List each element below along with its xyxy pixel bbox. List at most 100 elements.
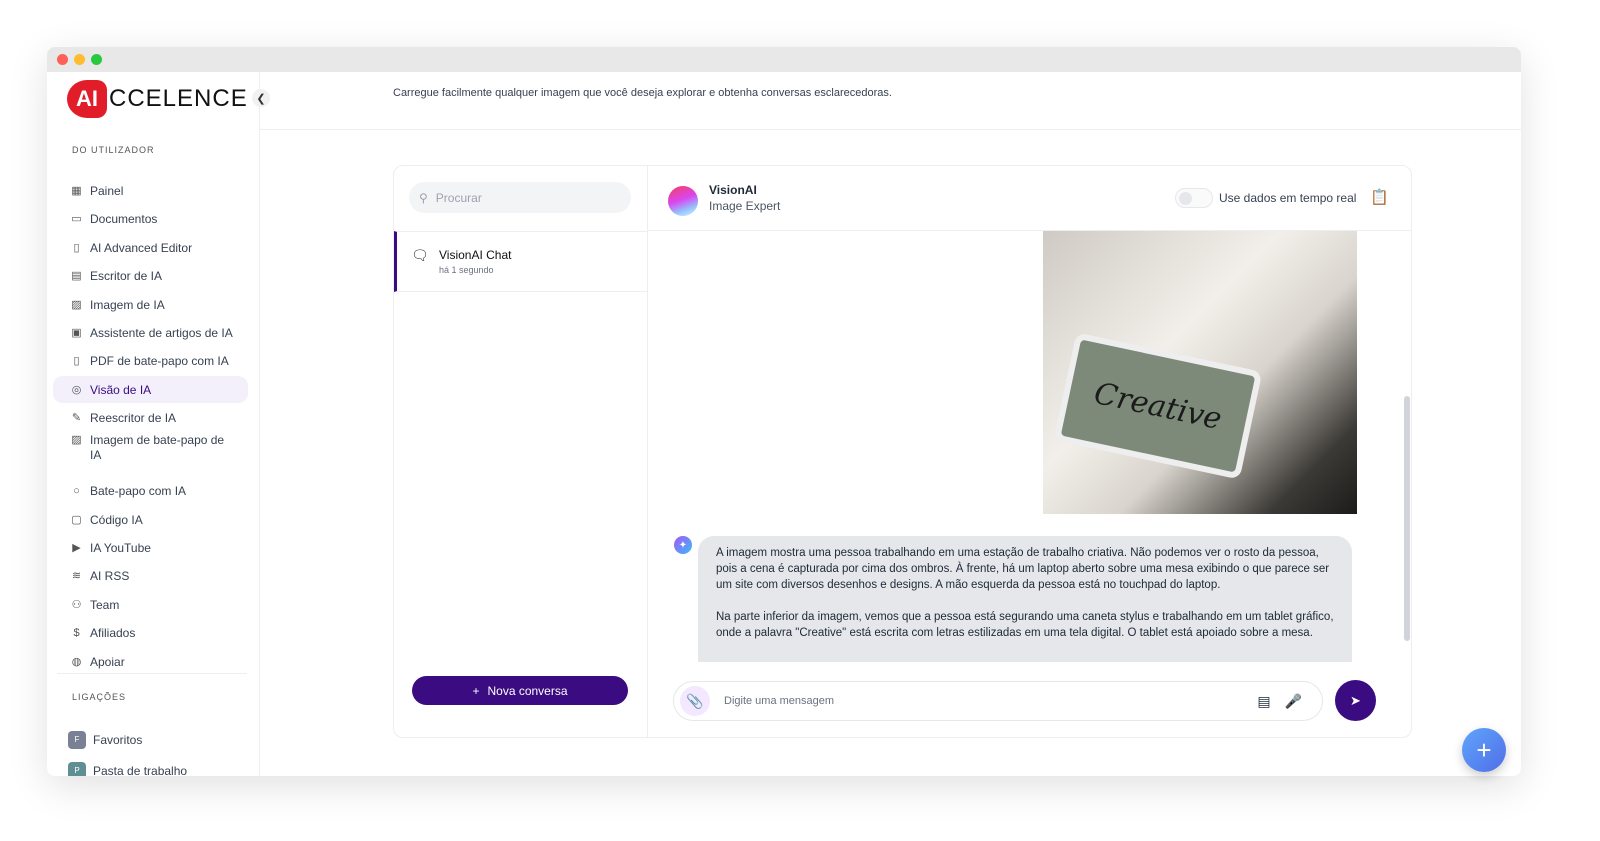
sidebar-item-label: IA YouTube <box>90 540 151 555</box>
send-button[interactable]: ➤ <box>1335 680 1376 721</box>
sidebar-item-label: Assistente de artigos de IA <box>90 325 233 340</box>
sidebar-item-label: Afiliados <box>90 625 136 640</box>
lifebuoy-icon: ◍ <box>71 656 82 668</box>
section-label-links: LIGAÇÕES <box>72 692 127 702</box>
header-divider <box>260 129 1521 130</box>
search-input[interactable]: ⚲ Procurar <box>409 182 631 213</box>
chat-header: VisionAI Image Expert Use dados em tempo… <box>648 166 1411 231</box>
maximize-window-button[interactable] <box>91 54 102 65</box>
logo[interactable]: AI CCELENCE <box>67 80 248 118</box>
tablet-creative-text: Creative <box>1053 332 1263 480</box>
article-icon: ▣ <box>71 327 82 339</box>
user-plus-icon: ⚇ <box>71 599 82 611</box>
bot-name: VisionAI <box>709 183 757 197</box>
bot-avatar <box>668 186 698 216</box>
sidebar-item-label: Visão de IA <box>90 382 152 397</box>
chevron-left-icon: ❮ <box>256 92 266 105</box>
bot-role: Image Expert <box>709 199 781 213</box>
terminal-icon: ▢ <box>71 514 82 526</box>
plus-icon: + <box>472 683 480 698</box>
sidebar-item-label: PDF de bate-papo com IA <box>90 353 229 368</box>
new-conversation-label: Nova conversa <box>487 683 568 698</box>
eye-scan-icon: ◎ <box>71 384 82 396</box>
logo-text: CCELENCE <box>109 85 248 112</box>
image-icon: ▨ <box>71 299 82 311</box>
sidebar-item-escritor-de-ia[interactable]: ▤ Escritor de IA <box>53 262 248 289</box>
close-window-button[interactable] <box>57 54 68 65</box>
title-bar <box>47 47 1521 72</box>
sidebar: AI CCELENCE ❮ DO UTILIZADOR ▦ Painel ▭ Docu… <box>47 72 270 776</box>
divider <box>57 673 247 674</box>
app-window: AI CCELENCE ❮ DO UTILIZADOR ▦ Painel ▭ Docu… <box>47 47 1521 776</box>
sidebar-item-label: Imagem de IA <box>90 297 165 312</box>
chat-scrollbar[interactable] <box>1404 396 1410 641</box>
uploaded-image: Creative <box>1043 231 1357 514</box>
realtime-data-label: Use dados em tempo real <box>1219 191 1357 205</box>
link-badge: F <box>68 730 86 749</box>
paperclip-icon: 📎 <box>686 692 704 709</box>
sidebar-item-pdf-de-bate-papo-com-ia[interactable]: ▯ PDF de bate-papo com IA <box>53 347 248 374</box>
sidebar-item-label: Apoiar <box>90 654 125 669</box>
section-label-user: DO UTILIZADOR <box>72 145 155 155</box>
archive-icon: ▭ <box>71 213 82 225</box>
sidebar-item-label: Documentos <box>90 211 158 226</box>
link-badge: P <box>68 761 86 776</box>
sidebar-item-ai-rss[interactable]: ≋ AI RSS <box>53 562 248 589</box>
collapse-sidebar-button[interactable]: ❮ <box>252 89 270 107</box>
sidebar-item-label: Código IA <box>90 512 143 527</box>
sidebar-item-label: Reescritor de IA <box>90 410 177 425</box>
chat-icon: ○ <box>73 484 80 497</box>
sidebar-item-painel[interactable]: ▦ Painel <box>53 177 248 204</box>
sidebar-item-imagem-de-ia[interactable]: ▨ Imagem de IA <box>53 291 248 318</box>
conversation-title: VisionAI Chat <box>439 248 512 262</box>
pen-icon: ✎ <box>71 412 82 424</box>
sidebar-item-team[interactable]: ⚇ Team <box>53 591 248 618</box>
sidebar-item-label: Painel <box>90 183 124 198</box>
sidebar-item-assistente-de-artigos-de-ia[interactable]: ▣ Assistente de artigos de IA <box>53 319 248 346</box>
sidebar-item-bate-papo-com-ia[interactable]: ○ Bate-papo com IA <box>53 477 248 504</box>
dollar-icon: $ <box>73 626 80 639</box>
sidebar-item-vis-o-de-ia[interactable]: ◎ Visão de IA <box>53 376 248 403</box>
conversation-time: há 1 segundo <box>439 265 494 275</box>
realtime-data-toggle[interactable] <box>1175 188 1213 208</box>
link-label: Pasta de trabalho <box>93 763 188 777</box>
conversation-item[interactable]: 🗨 VisionAI Chat há 1 segundo <box>394 231 648 292</box>
pdf-icon: ▯ <box>73 355 80 367</box>
sidebar-item-c-digo-ia[interactable]: ▢ Código IA <box>53 506 248 533</box>
chat-bubble-icon: 🗨 <box>411 247 429 263</box>
sidebar-item-imagem-de-bate-papo-de-ia[interactable]: ▨ Imagem de bate-papo de IA <box>53 433 248 467</box>
search-placeholder: Procurar <box>435 190 482 205</box>
prompt-library-icon[interactable]: ▤ <box>1257 693 1270 710</box>
link-label: Favoritos <box>93 732 143 747</box>
sidebar-item-ia-youtube[interactable]: ▶ IA YouTube <box>53 534 248 561</box>
ai-message: A imagem mostra uma pessoa trabalhando e… <box>698 536 1352 662</box>
message-paragraph: Na parte inferior da imagem, vemos que a… <box>716 611 1334 639</box>
sidebar-item-label: Bate-papo com IA <box>90 483 187 498</box>
sidebar-item-afiliados[interactable]: $ Afiliados <box>53 619 248 646</box>
sidebar-item-apoiar[interactable]: ◍ Apoiar <box>53 648 248 675</box>
attach-button[interactable]: 📎 <box>680 686 710 716</box>
minimize-window-button[interactable] <box>74 54 85 65</box>
ai-sparkle-icon: ✦ <box>674 536 692 554</box>
document-icon: ▤ <box>71 270 82 282</box>
plus-icon: + <box>1476 734 1492 765</box>
grid-icon: ▦ <box>71 185 82 197</box>
link-item-favoritos[interactable]: F Favoritos <box>53 726 248 753</box>
sidebar-item-reescritor-de-ia[interactable]: ✎ Reescritor de IA <box>53 404 248 431</box>
send-icon: ➤ <box>1350 692 1361 708</box>
microphone-icon[interactable]: 🎤 <box>1285 693 1302 710</box>
rss-icon: ≋ <box>71 570 82 582</box>
sidebar-item-label: Escritor de IA <box>90 268 163 283</box>
editor-icon: ▯ <box>73 242 80 254</box>
new-conversation-button[interactable]: + Nova conversa <box>412 676 628 705</box>
vision-chat-card: ⚲ Procurar 🗨 VisionAI Chat há 1 segundo … <box>393 165 1412 738</box>
link-item-pasta-de-trabalho[interactable]: P Pasta de trabalho <box>53 757 248 776</box>
sidebar-item-ai-advanced-editor[interactable]: ▯ AI Advanced Editor <box>53 234 248 261</box>
image-chat-icon: ▨ <box>71 434 82 446</box>
sidebar-item-documentos[interactable]: ▭ Documentos <box>53 205 248 232</box>
message-input[interactable]: 📎 Digite uma mensagem ▤ 🎤 <box>673 681 1323 721</box>
sidebar-item-label: AI Advanced Editor <box>90 240 193 255</box>
clipboard-icon[interactable]: 📋 <box>1370 188 1389 206</box>
conversation-list: ⚲ Procurar 🗨 VisionAI Chat há 1 segundo … <box>394 166 648 737</box>
floating-add-button[interactable]: + <box>1462 728 1506 772</box>
